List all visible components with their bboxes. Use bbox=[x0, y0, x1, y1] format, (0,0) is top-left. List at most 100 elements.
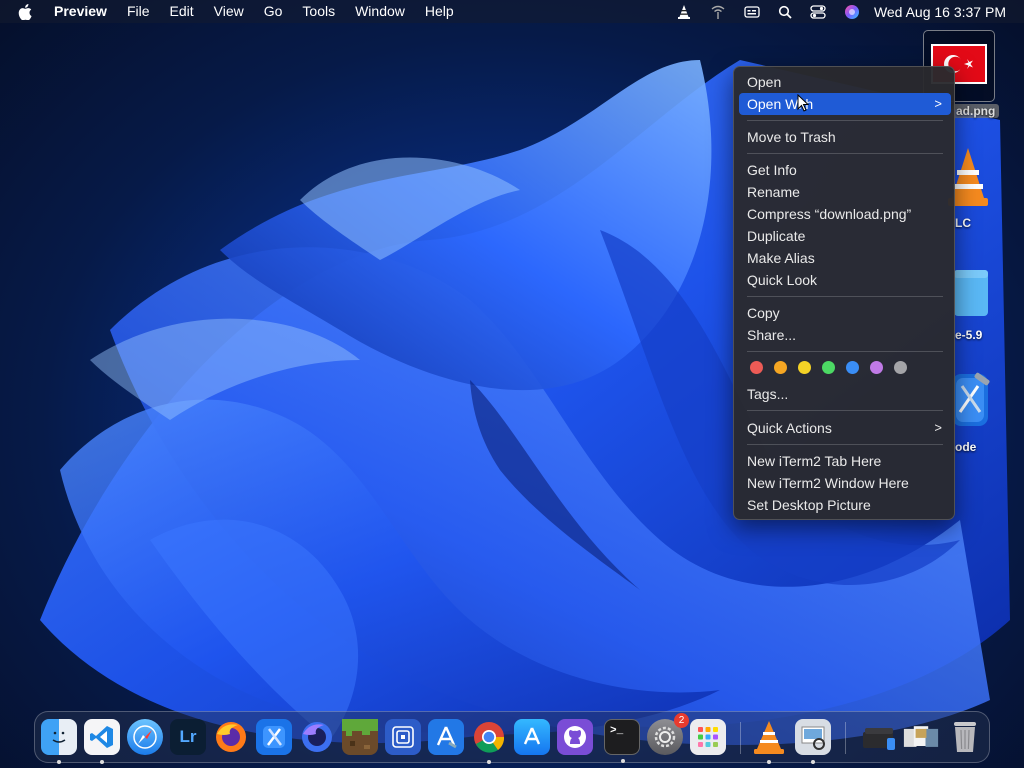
desktop-file-label: ad.png bbox=[952, 104, 1000, 118]
tag-yellow-dot[interactable] bbox=[798, 361, 811, 374]
safari-icon[interactable] bbox=[127, 719, 163, 755]
menu-item-rename[interactable]: Rename bbox=[739, 181, 951, 203]
tag-gray-dot[interactable] bbox=[894, 361, 907, 374]
dock: Lr >_ 2 bbox=[34, 711, 990, 764]
tag-purple-dot[interactable] bbox=[870, 361, 883, 374]
app-store-dev-icon[interactable] bbox=[428, 719, 464, 755]
folder-icon[interactable] bbox=[952, 268, 990, 318]
menu-item-new-iterm2-tab[interactable]: New iTerm2 Tab Here bbox=[739, 450, 951, 472]
network-icon[interactable] bbox=[710, 4, 726, 20]
firefox-dev-icon[interactable] bbox=[299, 719, 335, 755]
vscode-icon[interactable] bbox=[84, 719, 120, 764]
tag-green-dot[interactable] bbox=[822, 361, 835, 374]
documents-stack-icon[interactable] bbox=[903, 719, 939, 755]
menu-edit[interactable]: Edit bbox=[170, 0, 194, 23]
menu-item-open[interactable]: Open bbox=[739, 71, 951, 93]
desktop-folder-label: e-5.9 bbox=[955, 328, 983, 342]
github-icon[interactable] bbox=[557, 719, 593, 755]
menu-item-move-to-trash[interactable]: Move to Trash bbox=[739, 126, 951, 148]
menu-item-label: Compress “download.png” bbox=[747, 206, 912, 222]
xcode-icon[interactable] bbox=[256, 719, 292, 755]
chevron-right-icon: > bbox=[934, 420, 942, 435]
menu-item-duplicate[interactable]: Duplicate bbox=[739, 225, 951, 247]
running-indicator bbox=[621, 759, 625, 763]
launchpad-icon[interactable] bbox=[690, 719, 726, 755]
menu-view[interactable]: View bbox=[214, 0, 244, 23]
chrome-icon[interactable] bbox=[471, 719, 507, 764]
menu-separator bbox=[747, 351, 943, 352]
menu-item-get-info[interactable]: Get Info bbox=[739, 159, 951, 181]
menu-item-quick-look[interactable]: Quick Look bbox=[739, 269, 951, 291]
notification-badge: 2 bbox=[674, 713, 689, 728]
dock-separator bbox=[740, 722, 741, 754]
menu-item-tags[interactable]: Tags... bbox=[739, 383, 951, 405]
menu-item-open-with[interactable]: Open With > bbox=[739, 93, 951, 115]
menu-item-label: Make Alias bbox=[747, 250, 815, 266]
menu-clock[interactable]: Wed Aug 16 3:37 PM bbox=[874, 4, 1006, 20]
menu-item-label: New iTerm2 Window Here bbox=[747, 475, 909, 491]
menu-item-label: Share... bbox=[747, 327, 797, 343]
menu-window[interactable]: Window bbox=[355, 0, 405, 23]
menu-item-label: Duplicate bbox=[747, 228, 806, 244]
menu-item-label: Get Info bbox=[747, 162, 797, 178]
menu-tools[interactable]: Tools bbox=[302, 0, 335, 23]
keyboard-input-icon[interactable] bbox=[744, 5, 760, 19]
menu-item-set-desktop-picture[interactable]: Set Desktop Picture bbox=[739, 494, 951, 516]
running-indicator bbox=[767, 760, 771, 764]
menu-item-label: Quick Actions bbox=[747, 420, 832, 436]
menu-file[interactable]: File bbox=[127, 0, 150, 23]
menu-item-compress[interactable]: Compress “download.png” bbox=[739, 203, 951, 225]
menu-item-quick-actions[interactable]: Quick Actions > bbox=[739, 417, 951, 439]
mouse-pointer-icon bbox=[797, 93, 810, 117]
menu-item-label: Set Desktop Picture bbox=[747, 497, 871, 513]
system-settings-icon[interactable]: 2 bbox=[647, 713, 689, 755]
vlc-icon[interactable] bbox=[676, 4, 692, 20]
menu-item-copy[interactable]: Copy bbox=[739, 302, 951, 324]
running-indicator bbox=[100, 760, 104, 764]
menu-item-label: Move to Trash bbox=[747, 129, 836, 145]
menu-item-label: Tags... bbox=[747, 386, 789, 402]
menu-separator bbox=[747, 153, 943, 154]
app-store-icon[interactable] bbox=[514, 719, 550, 755]
desktop-xcode-label: ode bbox=[955, 440, 977, 454]
dock-separator bbox=[845, 722, 846, 754]
screen-sharing-icon[interactable] bbox=[385, 719, 421, 755]
minecraft-icon[interactable] bbox=[342, 719, 378, 755]
terminal-icon[interactable]: >_ bbox=[604, 719, 640, 763]
menu-item-share[interactable]: Share... bbox=[739, 324, 951, 346]
menu-item-make-alias[interactable]: Make Alias bbox=[739, 247, 951, 269]
chevron-right-icon: > bbox=[934, 96, 942, 111]
menu-item-new-iterm2-window[interactable]: New iTerm2 Window Here bbox=[739, 472, 951, 494]
tag-red-dot[interactable] bbox=[750, 361, 763, 374]
search-icon[interactable] bbox=[778, 5, 792, 19]
menu-separator bbox=[747, 120, 943, 121]
desktop-vlc-label: LC bbox=[955, 216, 971, 230]
menu-app-name[interactable]: Preview bbox=[54, 0, 107, 23]
lightroom-label: Lr bbox=[179, 727, 197, 746]
tag-color-row bbox=[750, 361, 918, 374]
preview-icon[interactable] bbox=[795, 719, 831, 764]
finder-icon[interactable] bbox=[41, 719, 77, 764]
downloads-stack-icon[interactable] bbox=[861, 719, 897, 755]
vlc-icon[interactable] bbox=[751, 719, 787, 764]
menu-item-label: Rename bbox=[747, 184, 800, 200]
menu-separator bbox=[747, 444, 943, 445]
menu-help[interactable]: Help bbox=[425, 0, 454, 23]
menu-separator bbox=[747, 410, 943, 411]
tag-blue-dot[interactable] bbox=[846, 361, 859, 374]
running-indicator bbox=[811, 760, 815, 764]
menu-item-label: Copy bbox=[747, 305, 780, 321]
apple-menu-icon[interactable] bbox=[18, 3, 36, 20]
menu-item-label: Open bbox=[747, 74, 782, 90]
running-indicator bbox=[57, 760, 61, 764]
trash-icon[interactable] bbox=[947, 719, 983, 755]
menu-bar: Preview File Edit View Go Tools Window H… bbox=[0, 0, 1024, 23]
control-center-icon[interactable] bbox=[810, 4, 826, 19]
siri-icon[interactable] bbox=[844, 4, 860, 20]
tag-orange-dot[interactable] bbox=[774, 361, 787, 374]
lightroom-icon[interactable]: Lr bbox=[170, 719, 206, 755]
terminal-label: >_ bbox=[610, 725, 624, 737]
firefox-icon[interactable] bbox=[213, 719, 249, 755]
running-indicator bbox=[487, 760, 491, 764]
menu-go[interactable]: Go bbox=[264, 0, 283, 23]
